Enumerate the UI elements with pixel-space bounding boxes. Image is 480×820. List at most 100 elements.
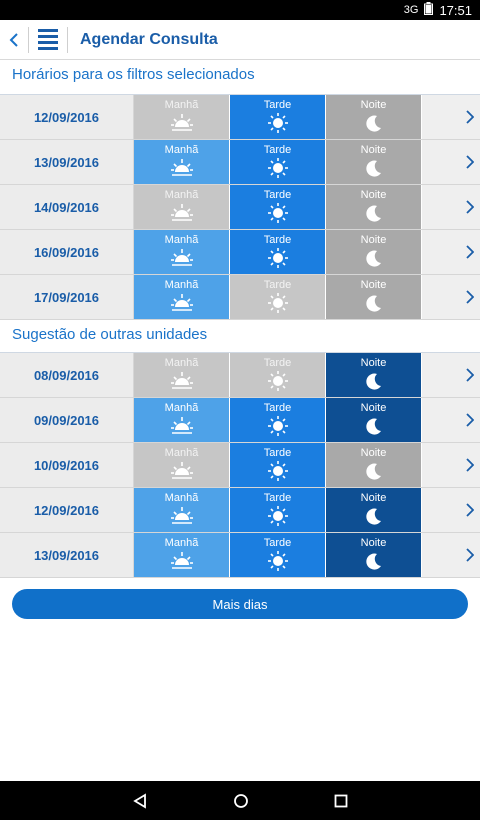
moon-icon: [362, 550, 386, 572]
sunrise-icon: [170, 157, 194, 179]
table-row[interactable]: 09/09/2016 Manhã Tarde Noite: [0, 398, 480, 443]
sun-icon: [266, 460, 290, 482]
period-label: Tarde: [263, 99, 292, 111]
period-slot-afternoon[interactable]: Tarde: [230, 443, 326, 487]
sunrise-icon: [170, 370, 194, 392]
period-slot-afternoon[interactable]: Tarde: [230, 275, 326, 319]
period-slot-night[interactable]: Noite: [326, 275, 422, 319]
period-label: Noite: [360, 402, 387, 414]
period-slot-afternoon[interactable]: Tarde: [230, 533, 326, 577]
sunrise-icon: [170, 415, 194, 437]
table-row[interactable]: 12/09/2016 Manhã Tarde Noite: [0, 488, 480, 533]
row-date: 10/09/2016: [0, 443, 134, 487]
period-slot-morning[interactable]: Manhã: [134, 185, 230, 229]
back-button[interactable]: [0, 20, 28, 60]
row-date: 14/09/2016: [0, 185, 134, 229]
row-arrow[interactable]: [422, 95, 480, 139]
period-slot-afternoon[interactable]: Tarde: [230, 398, 326, 442]
clock: 17:51: [439, 2, 472, 18]
page-title: Agendar Consulta: [80, 30, 218, 48]
table-row[interactable]: 14/09/2016 Manhã Tarde Noite: [0, 185, 480, 230]
row-arrow[interactable]: [422, 230, 480, 274]
period-slot-night[interactable]: Noite: [326, 443, 422, 487]
sunrise-icon: [170, 550, 194, 572]
row-arrow[interactable]: [422, 353, 480, 397]
sun-icon: [266, 202, 290, 224]
sunrise-icon: [170, 460, 194, 482]
table-row[interactable]: 13/09/2016 Manhã Tarde Noite: [0, 140, 480, 185]
table-row[interactable]: 13/09/2016 Manhã Tarde Noite: [0, 533, 480, 578]
period-slot-night[interactable]: Noite: [326, 488, 422, 532]
row-arrow[interactable]: [422, 275, 480, 319]
row-date: 13/09/2016: [0, 140, 134, 184]
period-slot-morning[interactable]: Manhã: [134, 230, 230, 274]
period-slot-morning[interactable]: Manhã: [134, 95, 230, 139]
period-slot-morning[interactable]: Manhã: [134, 443, 230, 487]
app-bar: Agendar Consulta: [0, 20, 480, 60]
period-label: Tarde: [263, 189, 292, 201]
row-date: 12/09/2016: [0, 95, 134, 139]
sun-icon: [266, 370, 290, 392]
row-date: 13/09/2016: [0, 533, 134, 577]
slot-list-selected-filters: 12/09/2016 Manhã Tarde Noite 13/09/2016 Manhã…: [0, 94, 480, 320]
period-slot-afternoon[interactable]: Tarde: [230, 140, 326, 184]
back-triangle-icon[interactable]: [132, 792, 148, 809]
moon-icon: [362, 247, 386, 269]
sun-icon: [266, 415, 290, 437]
moon-icon: [362, 460, 386, 482]
row-arrow[interactable]: [422, 398, 480, 442]
hamburger-icon: [38, 29, 58, 32]
table-row[interactable]: 08/09/2016 Manhã Tarde Noite: [0, 353, 480, 398]
period-slot-night[interactable]: Noite: [326, 185, 422, 229]
moon-icon: [362, 415, 386, 437]
period-slot-morning[interactable]: Manhã: [134, 533, 230, 577]
period-slot-night[interactable]: Noite: [326, 533, 422, 577]
period-slot-night[interactable]: Noite: [326, 398, 422, 442]
row-arrow[interactable]: [422, 443, 480, 487]
chevron-right-icon: [466, 290, 474, 304]
period-slot-morning[interactable]: Manhã: [134, 140, 230, 184]
period-slot-morning[interactable]: Manhã: [134, 353, 230, 397]
recents-square-icon[interactable]: [334, 794, 348, 808]
period-slot-afternoon[interactable]: Tarde: [230, 353, 326, 397]
period-label: Noite: [360, 234, 387, 246]
sun-icon: [266, 112, 290, 134]
home-circle-icon[interactable]: [233, 793, 249, 809]
table-row[interactable]: 17/09/2016 Manhã Tarde Noite: [0, 275, 480, 320]
period-label: Noite: [360, 144, 387, 156]
table-row[interactable]: 16/09/2016 Manhã Tarde Noite: [0, 230, 480, 275]
period-slot-afternoon[interactable]: Tarde: [230, 488, 326, 532]
sun-icon: [266, 550, 290, 572]
period-label: Manhã: [164, 537, 199, 549]
period-label: Manhã: [164, 447, 199, 459]
table-row[interactable]: 10/09/2016 Manhã Tarde Noite: [0, 443, 480, 488]
period-slot-morning[interactable]: Manhã: [134, 275, 230, 319]
moon-icon: [362, 202, 386, 224]
chevron-right-icon: [466, 548, 474, 562]
table-row[interactable]: 12/09/2016 Manhã Tarde Noite: [0, 95, 480, 140]
more-days-button[interactable]: Mais dias: [12, 589, 468, 619]
period-slot-morning[interactable]: Manhã: [134, 488, 230, 532]
period-label: Tarde: [263, 447, 292, 459]
menu-button[interactable]: [29, 20, 67, 60]
row-arrow[interactable]: [422, 185, 480, 229]
chevron-right-icon: [466, 413, 474, 427]
period-slot-night[interactable]: Noite: [326, 140, 422, 184]
row-arrow[interactable]: [422, 488, 480, 532]
period-slot-night[interactable]: Noite: [326, 230, 422, 274]
period-label: Noite: [360, 189, 387, 201]
period-label: Noite: [360, 492, 387, 504]
period-label: Manhã: [164, 144, 199, 156]
period-label: Tarde: [263, 537, 292, 549]
sun-icon: [266, 292, 290, 314]
period-slot-morning[interactable]: Manhã: [134, 398, 230, 442]
period-slot-night[interactable]: Noite: [326, 95, 422, 139]
row-arrow[interactable]: [422, 533, 480, 577]
period-slot-afternoon[interactable]: Tarde: [230, 95, 326, 139]
period-slot-afternoon[interactable]: Tarde: [230, 230, 326, 274]
period-slot-night[interactable]: Noite: [326, 353, 422, 397]
period-slot-afternoon[interactable]: Tarde: [230, 185, 326, 229]
row-arrow[interactable]: [422, 140, 480, 184]
period-label: Noite: [360, 357, 387, 369]
period-label: Tarde: [263, 144, 292, 156]
